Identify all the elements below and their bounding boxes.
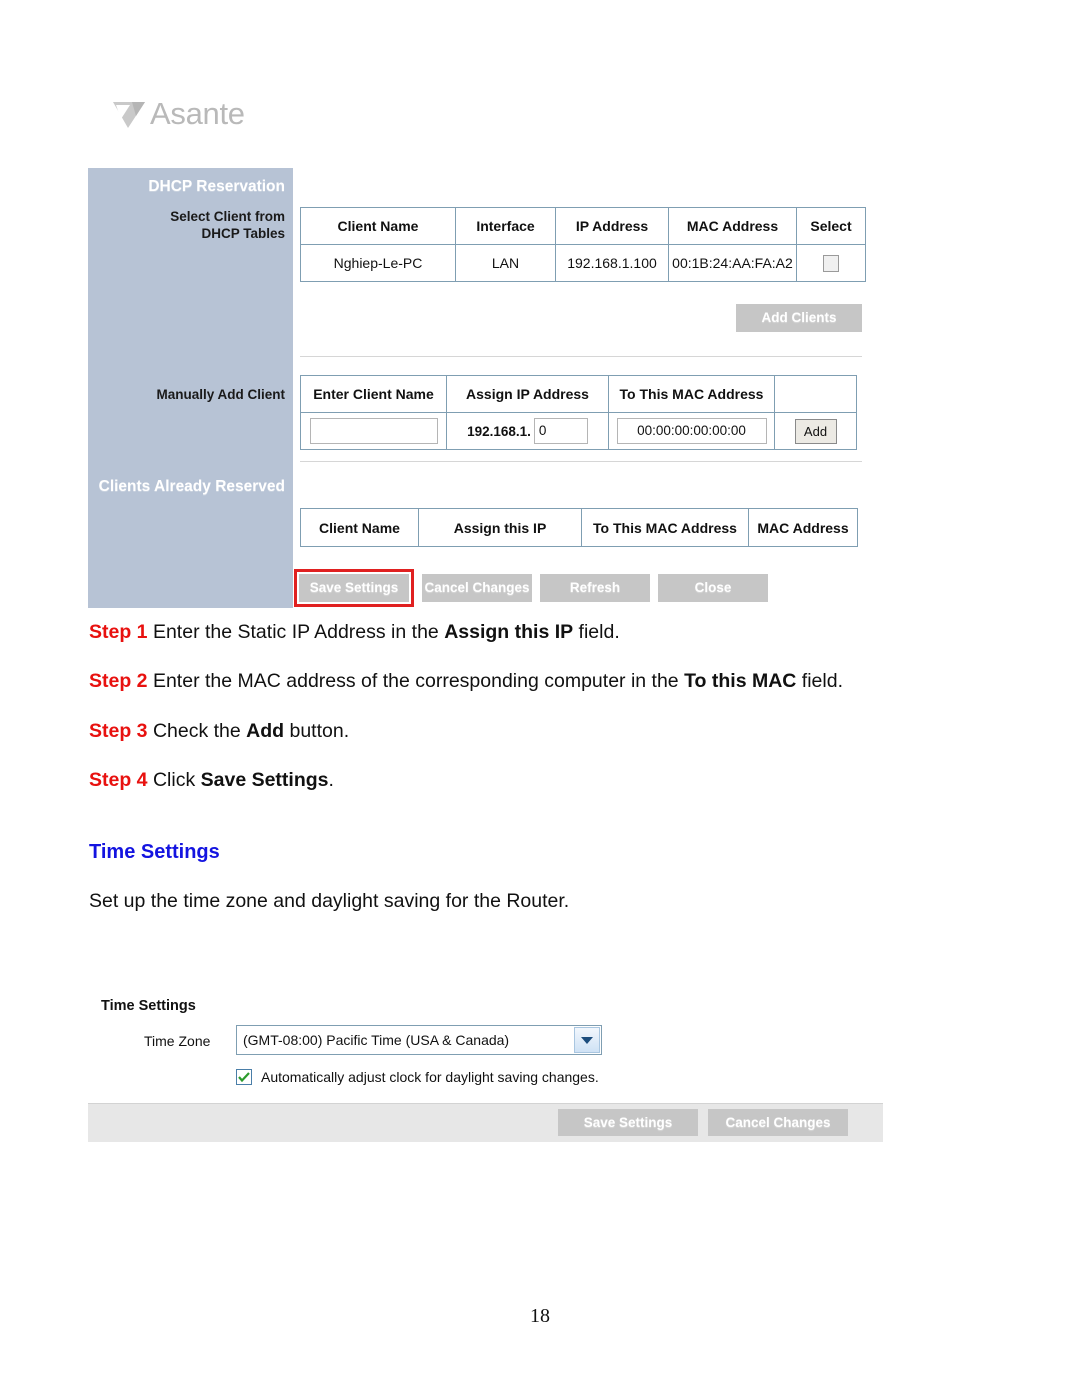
col-interface: Interface [455,207,556,245]
col-action [774,375,857,413]
table-header-row: Client Name Assign this IP To This MAC A… [300,508,858,547]
step-item: Step 4 Click Save Settings. [89,768,1009,792]
clients-already-reserved-title: Clients Already Reserved [98,478,285,495]
dhcp-reservation-panel: DHCP Reservation Select Client from DHCP… [88,168,878,608]
dhcp-clients-table: Client Name Interface IP Address MAC Add… [300,207,866,282]
ip-last-octet-input[interactable]: 0 [533,418,588,444]
col-assign-this-ip: Assign this IP [418,508,582,547]
step-text-after: button. [284,719,350,742]
time-settings-panel-title: Time Settings [101,998,196,1014]
select-client-label-line1: Select Client from [170,209,285,224]
mac-address-input[interactable]: 00:00:00:00:00:00 [616,418,767,444]
cell-client-name: Nghiep-Le-PC [300,244,456,282]
close-button[interactable]: Close [658,574,768,602]
steps-list: Step 1 Enter the Static IP Address in th… [89,620,1009,818]
step-text-bold: To this MAC [684,670,797,693]
col-to-this-mac-address: To This MAC Address [581,508,749,547]
step-text-after: field. [796,670,843,693]
dhcp-panel-sidebar: DHCP Reservation Select Client from DHCP… [88,168,293,608]
col-client-name: Client Name [300,207,456,245]
step-text-before: Check the [152,719,247,742]
time-settings-footer: Save Settings Cancel Changes [88,1103,883,1142]
client-name-input[interactable] [309,418,438,444]
cell-mac-input: 00:00:00:00:00:00 [608,412,775,450]
col-enter-client-name: Enter Client Name [300,375,447,413]
daylight-saving-checkbox[interactable] [236,1069,252,1085]
step-text-bold: Assign this IP [444,621,574,643]
time-cancel-changes-button[interactable]: Cancel Changes [708,1109,848,1136]
col-to-this-mac-address: To This MAC Address [608,375,775,413]
select-client-checkbox[interactable] [823,254,839,272]
step-tag: Step 4 [89,769,148,792]
table-header-row: Client Name Interface IP Address MAC Add… [300,207,866,245]
col-mac-address: MAC Address [668,207,797,245]
cell-assign-ip-input: 192.168.1. 0 [446,412,609,450]
add-clients-button[interactable]: Add Clients [736,304,862,332]
daylight-saving-label: Automatically adjust clock for daylight … [261,1069,599,1085]
step-text-bold: Add [246,719,285,742]
select-client-label: Select Client from DHCP Tables [170,208,285,243]
step-tag: Step 1 [89,621,148,643]
step-tag: Step 3 [89,719,148,742]
daylight-saving-row[interactable]: Automatically adjust clock for daylight … [236,1069,599,1085]
save-settings-highlight-box: Save Settings [294,569,414,607]
save-settings-button[interactable]: Save Settings [299,574,409,602]
refresh-button[interactable]: Refresh [540,574,650,602]
col-ip-address: IP Address [555,207,669,245]
dhcp-panel-body: Client Name Interface IP Address MAC Add… [293,168,878,608]
step-item: Step 3 Check the Add button. [89,719,1009,743]
page-number: 18 [530,1305,550,1327]
manually-add-client-label: Manually Add Client [156,387,285,402]
time-settings-button-row: Save Settings Cancel Changes [558,1109,848,1136]
section-divider-1 [300,356,862,357]
time-save-settings-button[interactable]: Save Settings [558,1109,698,1136]
ip-prefix-label: 192.168.1. [467,423,531,439]
cell-select [796,244,866,282]
step-item: Step 2 Enter the MAC address of the corr… [89,669,1009,693]
col-client-name: Client Name [300,508,419,547]
clients-already-reserved-table: Client Name Assign this IP To This MAC A… [300,508,858,547]
asante-arrow-mark-icon [112,99,146,129]
chevron-down-icon[interactable] [574,1027,600,1053]
col-assign-ip-address: Assign IP Address [446,375,609,413]
cell-interface: LAN [455,244,556,282]
step-tag: Step 2 [89,670,148,693]
time-zone-selected-value: (GMT-08:00) Pacific Time (USA & Canada) [243,1032,510,1048]
dhcp-button-row: Save Settings Cancel Changes Refresh Clo… [294,569,768,607]
add-button[interactable]: Add [794,418,837,444]
step-text-before: Enter the Static IP Address in the [152,621,445,643]
step-text-bold: Save Settings [200,769,329,792]
cell-mac-address: 00:1B:24:AA:FA:A2 [668,244,797,282]
time-settings-panel: Time Settings Time Zone (GMT-08:00) Paci… [88,993,883,1142]
step-text-before: Click [152,769,201,792]
time-zone-select[interactable]: (GMT-08:00) Pacific Time (USA & Canada) [236,1025,602,1055]
col-mac-address: MAC Address [748,508,858,547]
manually-add-client-table: Enter Client Name Assign IP Address To T… [300,375,857,450]
dhcp-reservation-title: DHCP Reservation [148,178,285,195]
cell-add-button: Add [774,412,857,450]
step-text-after: . [328,769,334,792]
table-row: Nghiep-Le-PC LAN 192.168.1.100 00:1B:24:… [300,244,866,282]
time-zone-label: Time Zone [144,1033,211,1049]
table-header-row: Enter Client Name Assign IP Address To T… [300,375,857,413]
select-client-label-line2: DHCP Tables [201,226,285,242]
cell-client-name-input [300,412,447,450]
time-settings-heading: Time Settings [89,841,220,863]
table-row: 192.168.1. 0 00:00:00:00:00:00 Add [300,412,857,450]
cell-ip-address: 192.168.1.100 [555,244,669,282]
cancel-changes-button[interactable]: Cancel Changes [422,574,532,602]
time-settings-description: Set up the time zone and daylight saving… [89,890,570,912]
asante-logo: Asante [112,98,245,129]
col-select: Select [796,207,866,245]
asante-logo-text: Asante [150,96,245,131]
step-item: Step 1 Enter the Static IP Address in th… [89,620,1009,644]
section-divider-2 [300,461,862,462]
step-text-before: Enter the MAC address of the correspondi… [152,670,685,693]
step-text-after: field. [573,621,620,643]
